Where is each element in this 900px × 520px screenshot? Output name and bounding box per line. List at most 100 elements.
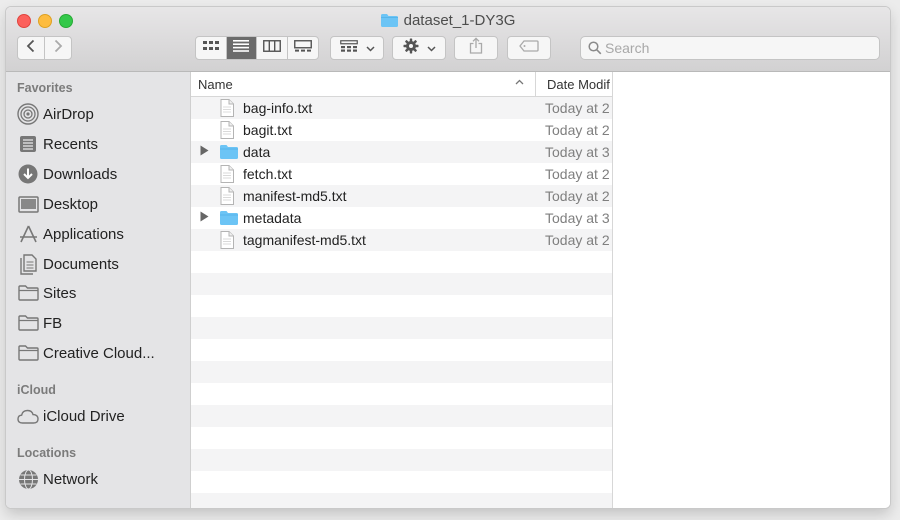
chevron-left-icon xyxy=(26,39,36,58)
sidebar-item-label: iCloud Drive xyxy=(43,407,125,425)
airdrop-icon xyxy=(17,103,39,125)
sidebar-item-documents[interactable]: Documents xyxy=(17,251,187,277)
table-row[interactable]: metadata Today at 3 xyxy=(191,207,612,229)
file-name: tagmanifest-md5.txt xyxy=(243,232,366,248)
documents-icon xyxy=(17,253,39,275)
date-modified: Today at 2 xyxy=(545,100,610,116)
table-row[interactable]: bagit.txt Today at 2 xyxy=(191,119,612,141)
sidebar-item-icloud-drive[interactable]: iCloud Drive xyxy=(17,403,187,429)
file-list: Name Date Modif bag-info.txt Today at 2 ba… xyxy=(191,72,613,508)
grid-icon xyxy=(202,39,219,57)
sidebar-item-desktop[interactable]: Desktop xyxy=(17,191,187,217)
file-name: data xyxy=(243,144,271,160)
chevron-down-icon xyxy=(365,39,375,57)
sidebar-item-label: Creative Cloud... xyxy=(43,344,155,362)
list-view-button[interactable] xyxy=(226,37,257,59)
file-name: bag-info.txt xyxy=(243,100,313,116)
sidebar-item-fb[interactable]: FB xyxy=(17,310,187,336)
sidebar-item-label: Documents xyxy=(43,255,119,273)
folder-icon xyxy=(17,312,39,334)
file-name: metadata xyxy=(243,210,302,226)
action-button[interactable] xyxy=(392,36,446,60)
empty-row xyxy=(191,449,612,471)
empty-row xyxy=(191,251,612,273)
gallery-icon xyxy=(293,39,312,57)
search-field[interactable] xyxy=(580,36,880,60)
file-name: manifest-md5.txt xyxy=(243,188,347,204)
sidebar-item-label: Sites xyxy=(43,284,77,302)
date-modified: Today at 2 xyxy=(545,232,610,248)
downloads-icon xyxy=(17,163,39,185)
sidebar-item-creative-cloud[interactable]: Creative Cloud... xyxy=(17,340,187,366)
back-button[interactable] xyxy=(17,36,45,60)
sidebar-item-airdrop[interactable]: AirDrop xyxy=(17,101,187,127)
folder-icon xyxy=(17,342,39,364)
forward-button[interactable] xyxy=(44,36,72,60)
sidebar-item-label: FB xyxy=(43,314,63,332)
disclosure-triangle-icon[interactable] xyxy=(200,211,209,225)
column-divider[interactable] xyxy=(535,72,536,96)
empty-row xyxy=(191,273,612,295)
list-header: Name Date Modif xyxy=(191,72,612,97)
chevron-up-icon xyxy=(515,77,524,88)
folder-icon xyxy=(17,282,39,304)
columns-icon xyxy=(262,39,281,57)
icon-view-button[interactable] xyxy=(196,37,227,59)
table-row[interactable]: bag-info.txt Today at 2 xyxy=(191,97,612,119)
recents-icon xyxy=(17,133,39,155)
date-modified: Today at 2 xyxy=(545,122,610,138)
gallery-view-button[interactable] xyxy=(288,37,318,59)
chevron-down-icon xyxy=(426,39,436,57)
empty-row xyxy=(191,383,612,405)
group-button[interactable] xyxy=(330,36,384,60)
folder-icon xyxy=(220,211,238,230)
empty-row xyxy=(191,471,612,493)
view-mode-control xyxy=(195,36,319,60)
sidebar-heading-icloud: iCloud xyxy=(17,383,56,397)
empty-row xyxy=(191,295,612,317)
sidebar-item-downloads[interactable]: Downloads xyxy=(17,161,187,187)
date-modified: Today at 2 xyxy=(545,188,610,204)
desktop-icon xyxy=(17,193,39,215)
file-name: fetch.txt xyxy=(243,166,293,182)
column-header-date-modified[interactable]: Date Modif xyxy=(547,77,610,92)
table-row[interactable]: data Today at 3 xyxy=(191,141,612,163)
chevron-right-icon xyxy=(53,39,63,58)
tag-button[interactable] xyxy=(507,36,551,60)
empty-row xyxy=(191,339,612,361)
preview-pane xyxy=(613,72,890,508)
table-row[interactable]: manifest-md5.txt Today at 2 xyxy=(191,185,612,207)
table-row[interactable]: fetch.txt Today at 2 xyxy=(191,163,612,185)
search-input[interactable] xyxy=(605,39,865,57)
empty-row xyxy=(191,493,612,508)
table-row[interactable]: tagmanifest-md5.txt Today at 2 xyxy=(191,229,612,251)
folder-icon xyxy=(380,13,398,33)
tag-icon xyxy=(519,39,539,57)
date-modified: Today at 3 xyxy=(545,144,610,160)
sidebar-item-sites[interactable]: Sites xyxy=(17,280,187,306)
sidebar-heading-locations: Locations xyxy=(17,446,77,460)
network-icon xyxy=(17,468,39,490)
sidebar-item-label: Recents xyxy=(43,135,99,153)
date-modified: Today at 2 xyxy=(545,166,610,182)
window-title: dataset_1-DY3G xyxy=(6,11,890,33)
empty-row xyxy=(191,405,612,427)
date-modified: Today at 3 xyxy=(545,210,610,226)
applications-icon xyxy=(17,223,39,245)
share-button[interactable] xyxy=(454,36,498,60)
empty-row xyxy=(191,317,612,339)
column-view-button[interactable] xyxy=(257,37,288,59)
empty-row xyxy=(191,427,612,449)
search-icon xyxy=(588,41,602,60)
sidebar-item-label: Applications xyxy=(43,225,124,243)
sidebar-item-network[interactable]: Network xyxy=(17,466,187,492)
file-name: bagit.txt xyxy=(243,122,293,138)
sidebar-item-recents[interactable]: Recents xyxy=(17,131,187,157)
sidebar-item-label: Desktop xyxy=(43,195,99,213)
column-header-name[interactable]: Name xyxy=(198,77,233,92)
list-icon xyxy=(233,39,250,57)
sidebar-item-applications[interactable]: Applications xyxy=(17,221,187,247)
disclosure-triangle-icon[interactable] xyxy=(200,145,209,159)
share-icon xyxy=(469,37,483,59)
title-bar: dataset_1-DY3G xyxy=(6,7,890,72)
